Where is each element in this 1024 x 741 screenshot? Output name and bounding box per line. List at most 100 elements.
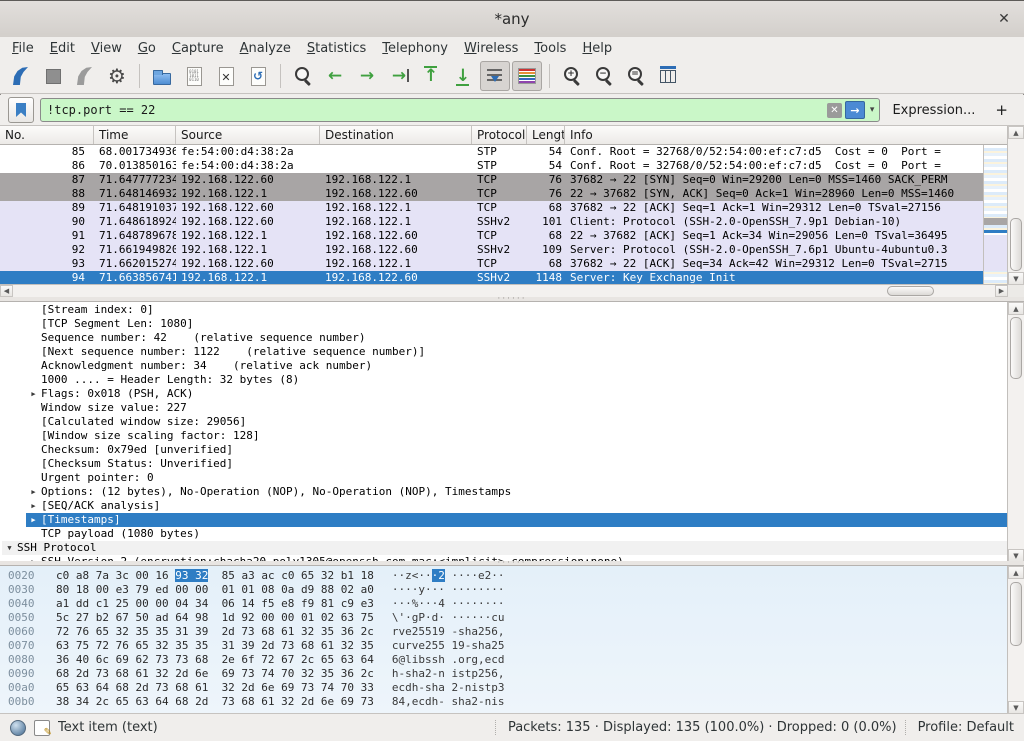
detail-line[interactable]: Urgent pointer: 0	[0, 471, 1008, 485]
go-back-button[interactable]	[320, 61, 350, 91]
expand-arrow-icon[interactable]: ▶	[26, 387, 41, 401]
packet-row-94[interactable]: 9471.663856741192.168.122.1192.168.122.6…	[0, 271, 1024, 285]
expert-info-icon[interactable]	[10, 720, 26, 736]
zoom-in-button[interactable]	[557, 61, 587, 91]
packet-row-85[interactable]: 8568.001734936fe:54:00:d4:38:2aSTP54Conf…	[0, 145, 1024, 159]
menu-go[interactable]: Go	[130, 39, 164, 58]
add-filter-button[interactable]: +	[987, 101, 1016, 119]
menu-edit[interactable]: Edit	[42, 39, 83, 58]
menu-telephony[interactable]: Telephony	[374, 39, 456, 58]
scroll-up-arrow-icon[interactable]: ▲	[1008, 126, 1024, 139]
detail-line[interactable]: Acknowledgment number: 34 (relative ack …	[0, 359, 1008, 373]
go-last-packet-button[interactable]	[448, 61, 478, 91]
scroll-thumb[interactable]	[1010, 317, 1022, 379]
column-header-source[interactable]: Source	[176, 126, 320, 144]
hex-row-0040[interactable]: 0040a1 dd c1 25 00 00 04 34 06 14 f5 e8 …	[0, 597, 1008, 611]
detail-line[interactable]: [TCP Segment Len: 1080]	[0, 317, 1008, 331]
filter-dropdown-caret-icon[interactable]: ▾	[868, 105, 877, 115]
packet-row-88[interactable]: 8871.648146932192.168.122.1192.168.122.6…	[0, 187, 1024, 201]
display-filter-input[interactable]: !tcp.port == 22 ✕ → ▾	[40, 98, 880, 122]
hscroll-thumb[interactable]	[887, 286, 934, 296]
scroll-right-arrow-icon[interactable]: ▶	[995, 285, 1008, 297]
reload-file-button[interactable]	[243, 61, 273, 91]
detail-line[interactable]: TCP payload (1080 bytes)	[0, 527, 1008, 541]
column-header-destination[interactable]: Destination	[320, 126, 472, 144]
restart-capture-button[interactable]	[70, 61, 100, 91]
colorize-button[interactable]	[512, 61, 542, 91]
detail-line[interactable]: ▶Options: (12 bytes), No-Operation (NOP)…	[0, 485, 1008, 499]
menu-analyze[interactable]: Analyze	[232, 39, 299, 58]
hex-row-0060[interactable]: 006072 76 65 32 35 35 31 39 2d 73 68 61 …	[0, 625, 1008, 639]
resize-columns-button[interactable]	[653, 61, 683, 91]
detail-line[interactable]: ▼SSH Protocol	[0, 541, 1008, 555]
auto-scroll-button[interactable]	[480, 61, 510, 91]
detail-line[interactable]: Window size value: 227	[0, 401, 1008, 415]
hex-row-00a0[interactable]: 00a065 63 64 68 2d 73 68 61 32 2d 6e 69 …	[0, 681, 1008, 695]
detail-line[interactable]: [Calculated window size: 29056]	[0, 415, 1008, 429]
detail-line[interactable]: 1000 .... = Header Length: 32 bytes (8)	[0, 373, 1008, 387]
find-packet-button[interactable]	[288, 61, 318, 91]
open-file-button[interactable]	[147, 61, 177, 91]
hex-row-0050[interactable]: 00505c 27 b2 67 50 ad 64 98 1d 92 00 00 …	[0, 611, 1008, 625]
column-header-time[interactable]: Time	[94, 126, 176, 144]
packet-row-89[interactable]: 8971.648191037192.168.122.60192.168.122.…	[0, 201, 1024, 215]
hex-row-0030[interactable]: 003080 18 00 e3 79 ed 00 00 01 01 08 0a …	[0, 583, 1008, 597]
column-header-no[interactable]: No.	[0, 126, 94, 144]
packet-row-92[interactable]: 9271.661949820192.168.122.1192.168.122.6…	[0, 243, 1024, 257]
menu-help[interactable]: Help	[574, 39, 620, 58]
scroll-up-arrow-icon[interactable]: ▲	[1008, 566, 1024, 579]
packet-row-93[interactable]: 9371.662015274192.168.122.60192.168.122.…	[0, 257, 1024, 271]
hex-row-0070[interactable]: 007063 75 72 76 65 32 35 35 31 39 2d 73 …	[0, 639, 1008, 653]
scroll-thumb[interactable]	[1010, 582, 1022, 646]
capture-options-button[interactable]	[102, 61, 132, 91]
window-close-button[interactable]: ✕	[994, 9, 1014, 29]
detail-line[interactable]: [Stream index: 0]	[0, 303, 1008, 317]
detail-line[interactable]: ▶Flags: 0x018 (PSH, ACK)	[0, 387, 1008, 401]
scroll-down-arrow-icon[interactable]: ▼	[1008, 272, 1024, 285]
packet-minimap[interactable]	[983, 145, 1008, 285]
menu-view[interactable]: View	[83, 39, 130, 58]
detail-line[interactable]: [Window size scaling factor: 128]	[0, 429, 1008, 443]
menu-capture[interactable]: Capture	[164, 39, 232, 58]
hex-row-0090[interactable]: 009068 2d 73 68 61 32 2d 6e 69 73 74 70 …	[0, 667, 1008, 681]
packet-row-87[interactable]: 8771.647777234192.168.122.60192.168.122.…	[0, 173, 1024, 187]
go-to-packet-button[interactable]	[384, 61, 414, 91]
detail-line[interactable]: ▶[SEQ/ACK analysis]	[0, 499, 1008, 513]
zoom-original-button[interactable]	[621, 61, 651, 91]
collapse-arrow-icon[interactable]: ▼	[2, 541, 17, 555]
column-header-length[interactable]: Length	[527, 126, 565, 144]
bytes-vscrollbar[interactable]: ▲ ▼	[1007, 566, 1024, 714]
filter-clear-button[interactable]: ✕	[827, 103, 842, 118]
menu-statistics[interactable]: Statistics	[299, 39, 374, 58]
detail-line[interactable]: Sequence number: 42 (relative sequence n…	[0, 331, 1008, 345]
close-file-button[interactable]	[211, 61, 241, 91]
expand-arrow-icon[interactable]: ▶	[26, 513, 41, 527]
detail-line[interactable]: ▶[Timestamps]	[0, 513, 1008, 527]
packet-row-90[interactable]: 9071.648618924192.168.122.60192.168.122.…	[0, 215, 1024, 229]
packet-row-91[interactable]: 9171.648789678192.168.122.1192.168.122.6…	[0, 229, 1024, 243]
stop-capture-button[interactable]	[38, 61, 68, 91]
scroll-thumb[interactable]	[1010, 218, 1022, 271]
detail-line[interactable]: Checksum: 0x79ed [unverified]	[0, 443, 1008, 457]
filter-apply-button[interactable]: →	[845, 101, 865, 119]
capture-comment-icon[interactable]	[34, 720, 50, 736]
start-capture-button[interactable]	[6, 61, 36, 91]
hex-row-0080[interactable]: 008036 40 6c 69 62 73 73 68 2e 6f 72 67 …	[0, 653, 1008, 667]
packet-list-vscrollbar[interactable]: ▲ ▼	[1007, 126, 1024, 285]
hex-row-0020[interactable]: 0020c0 a8 7a 3c 00 16 93 32 85 a3 ac c0 …	[0, 569, 1008, 583]
detail-line[interactable]: [Checksum Status: Unverified]	[0, 457, 1008, 471]
go-forward-button[interactable]	[352, 61, 382, 91]
go-first-packet-button[interactable]	[416, 61, 446, 91]
save-file-button[interactable]	[179, 61, 209, 91]
expand-arrow-icon[interactable]: ▶	[26, 485, 41, 499]
column-header-info[interactable]: Info	[565, 126, 1024, 144]
status-profile[interactable]: Profile: Default	[905, 720, 1014, 735]
menu-wireless[interactable]: Wireless	[456, 39, 526, 58]
menu-file[interactable]: File	[4, 39, 42, 58]
scroll-up-arrow-icon[interactable]: ▲	[1008, 302, 1024, 315]
expand-arrow-icon[interactable]: ▶	[26, 499, 41, 513]
menu-tools[interactable]: Tools	[526, 39, 574, 58]
packet-row-86[interactable]: 8670.013850163fe:54:00:d4:38:2aSTP54Conf…	[0, 159, 1024, 173]
filter-bookmark-button[interactable]	[8, 97, 34, 123]
expression-button[interactable]: Expression...	[886, 103, 981, 118]
